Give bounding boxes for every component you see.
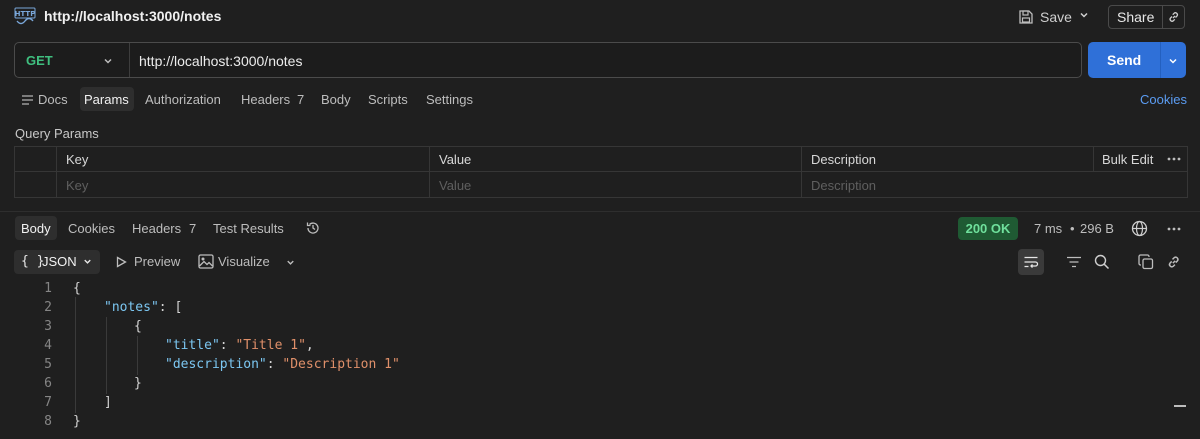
chevron-down-icon[interactable]	[1167, 55, 1179, 67]
tab-headers[interactable]: Headers	[241, 92, 290, 107]
json-string: "Description 1"	[282, 357, 400, 372]
json-format-label: JSON	[42, 254, 77, 269]
image-icon	[198, 254, 214, 269]
url-input[interactable]: http://localhost:3000/notes	[139, 53, 302, 69]
svg-text:HTTP: HTTP	[15, 10, 36, 18]
value-input[interactable]: Value	[439, 178, 471, 193]
chevron-down-icon[interactable]	[285, 257, 296, 268]
tab-docs[interactable]: Docs	[38, 92, 68, 107]
line-number: 8	[44, 414, 52, 429]
tab-params[interactable]: Params	[84, 92, 129, 107]
request-title[interactable]: http://localhost:3000/notes	[44, 8, 221, 24]
indent-guide	[106, 317, 107, 394]
response-tab-headers[interactable]: Headers	[132, 221, 181, 236]
json-key: "notes"	[104, 300, 159, 315]
chevron-down-icon[interactable]	[102, 55, 114, 67]
line-number: 6	[44, 376, 52, 391]
json-punct: ,	[305, 338, 314, 353]
line-number: 4	[44, 338, 52, 353]
response-time: 7 ms	[1034, 221, 1063, 236]
table-column-divider	[1093, 146, 1094, 172]
query-params-title: Query Params	[15, 126, 99, 141]
url-divider	[129, 43, 130, 77]
indent-guide	[75, 297, 76, 413]
code-line: }	[73, 414, 81, 429]
http-icon: HTTP	[14, 6, 36, 28]
save-button[interactable]: Save	[1018, 5, 1072, 29]
method-select[interactable]: GET	[26, 53, 53, 68]
scroll-marker[interactable]	[1174, 405, 1186, 407]
share-button[interactable]: Share	[1108, 5, 1185, 29]
send-divider	[1160, 42, 1161, 78]
json-string: "Title 1"	[235, 338, 306, 353]
tab-body[interactable]: Body	[321, 92, 351, 107]
tab-scripts[interactable]: Scripts	[368, 92, 408, 107]
filter-icon[interactable]	[1066, 256, 1082, 268]
meta-separator: •	[1070, 221, 1075, 236]
share-label: Share	[1109, 6, 1164, 28]
docs-icon	[21, 94, 34, 106]
code-line: {	[73, 281, 81, 296]
code-line: "notes": [	[104, 300, 182, 315]
json-punct: : [	[158, 300, 183, 315]
link-icon[interactable]	[1166, 254, 1182, 270]
line-number: 7	[44, 395, 52, 410]
response-tab-cookies[interactable]: Cookies	[68, 221, 115, 236]
response-size: 296 B	[1080, 221, 1114, 236]
description-input[interactable]: Description	[811, 178, 876, 193]
chevron-down-icon[interactable]	[1078, 9, 1090, 21]
table-column-divider	[429, 146, 430, 198]
code-line: "title": "Title 1",	[165, 338, 314, 353]
copy-icon[interactable]	[1138, 254, 1154, 270]
play-icon	[115, 256, 127, 268]
code-line: {	[134, 319, 142, 334]
table-row-divider	[14, 171, 1188, 172]
headers-count: 7	[297, 92, 305, 107]
tab-authorization[interactable]: Authorization	[145, 92, 221, 107]
key-input[interactable]: Key	[66, 178, 88, 193]
code-line: ]	[104, 395, 112, 410]
line-number: 5	[44, 357, 52, 372]
column-header-key: Key	[66, 152, 89, 167]
line-number: 2	[44, 300, 52, 315]
bulk-edit-button[interactable]: Bulk Edit	[1102, 152, 1153, 167]
line-number: 1	[44, 281, 52, 296]
tab-settings[interactable]: Settings	[426, 92, 473, 107]
save-icon	[1018, 9, 1034, 25]
save-label: Save	[1040, 9, 1072, 25]
globe-icon[interactable]	[1131, 220, 1148, 237]
history-icon[interactable]	[305, 220, 321, 236]
response-headers-count: 7	[189, 221, 197, 236]
more-icon[interactable]	[1167, 227, 1181, 231]
json-punct: :	[266, 357, 283, 372]
query-params-table	[14, 146, 1188, 198]
status-badge: 200 OK	[958, 217, 1018, 240]
code-line: "description": "Description 1"	[165, 357, 400, 372]
line-number: 3	[44, 319, 52, 334]
response-tab-body[interactable]: Body	[21, 221, 51, 236]
json-punct: :	[219, 338, 236, 353]
indent-guide	[137, 336, 138, 375]
json-braces-icon: { }	[21, 254, 45, 269]
json-key: "description"	[165, 357, 267, 372]
search-icon[interactable]	[1094, 254, 1110, 270]
visualize-button[interactable]: Visualize	[218, 254, 270, 269]
code-line: }	[134, 376, 142, 391]
section-divider	[0, 211, 1200, 212]
send-label[interactable]: Send	[1107, 52, 1141, 68]
column-header-value: Value	[439, 152, 472, 167]
cookies-link[interactable]: Cookies	[1140, 92, 1187, 107]
table-column-divider	[801, 146, 802, 198]
table-column-divider	[56, 146, 57, 198]
link-icon[interactable]	[1163, 10, 1184, 24]
chevron-down-icon	[82, 256, 93, 267]
more-icon[interactable]	[1167, 157, 1181, 161]
preview-button[interactable]: Preview	[134, 254, 180, 269]
column-header-description: Description	[811, 152, 877, 167]
wrap-icon	[1023, 254, 1039, 270]
response-tab-test-results[interactable]: Test Results	[213, 221, 284, 236]
json-key: "title"	[165, 338, 220, 353]
